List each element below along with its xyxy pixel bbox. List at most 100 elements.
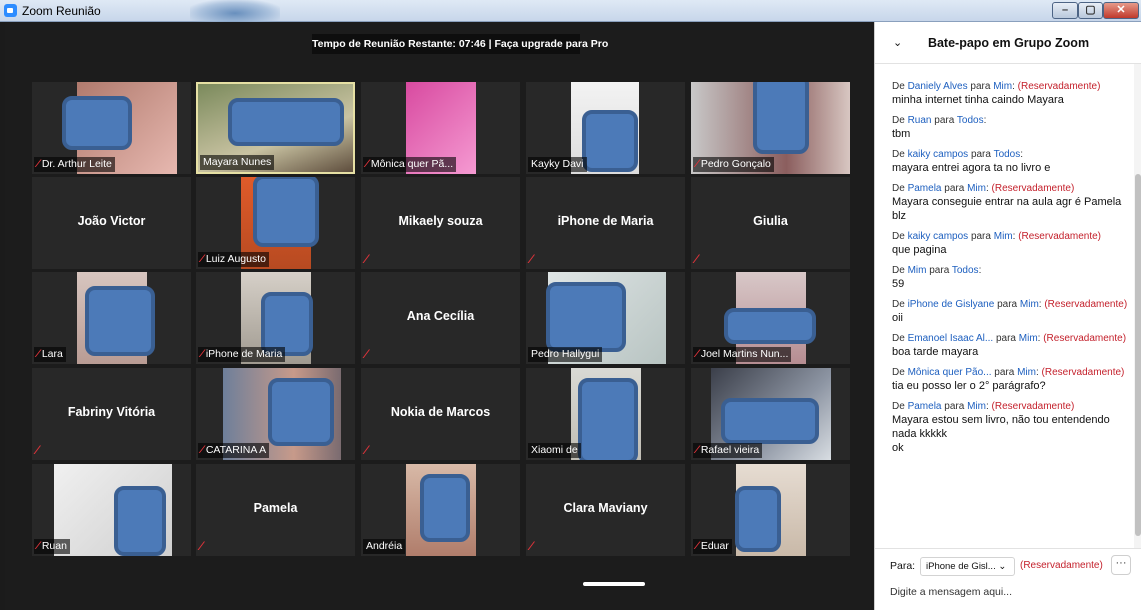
privacy-tag: (Reservadamente) <box>1020 560 1103 571</box>
participant-name-label: ⁄ Luiz Augusto <box>198 252 269 267</box>
participant-tile[interactable]: ⁄ Dr. Arthur Leite <box>32 82 191 174</box>
from-prefix: De <box>892 149 905 160</box>
private-tag: (Reservadamente) <box>1043 333 1127 344</box>
participant-name: Pedro Hallygui <box>531 348 600 360</box>
private-tag: (Reservadamente) <box>1044 299 1128 310</box>
participant-tile[interactable]: Nokia de Marcos ⁄ <box>361 368 520 460</box>
to-prefix: para <box>929 265 950 276</box>
participant-tile[interactable]: ⁄ Luiz Augusto <box>196 177 355 269</box>
participant-tile[interactable]: Pedro Hallygui <box>526 272 685 364</box>
participant-name: iPhone de Maria <box>205 348 283 360</box>
redaction-box <box>253 177 319 247</box>
to-prefix: para <box>997 299 1018 310</box>
to-prefix: para <box>970 231 991 242</box>
participant-tile[interactable]: Ana Cecília ⁄ <box>361 272 520 364</box>
participant-tile[interactable]: Andréia <box>361 464 520 556</box>
participant-tile[interactable]: Kayky Davi <box>526 82 685 174</box>
chat-scrollbar-thumb[interactable] <box>1135 174 1141 536</box>
participant-name: Mayara Nunes <box>203 156 272 168</box>
muted-mic-icon: ⁄ <box>696 158 698 170</box>
participant-tile[interactable]: ⁄ Joel Martins Nun... <box>691 272 850 364</box>
participant-tile[interactable]: ⁄ iPhone de Maria <box>196 272 355 364</box>
participant-tile[interactable]: Clara Maviany ⁄ <box>526 464 685 556</box>
titlebar-glass-decoration <box>190 0 280 22</box>
muted-mic-icon: ⁄ <box>201 444 203 456</box>
participant-tile[interactable]: João Victor <box>32 177 191 269</box>
participant-tile[interactable]: ⁄ Pedro Gonçalo <box>691 82 850 174</box>
participant-name: Giulia <box>753 214 788 228</box>
redaction-box <box>420 474 470 542</box>
participant-name: Mônica quer Pã... <box>370 158 454 170</box>
zoom-app-icon <box>4 4 17 17</box>
participant-name-label: Kayky Davi <box>528 157 587 172</box>
chat-scrollbar[interactable] <box>1134 64 1141 548</box>
chat-message-text: Mayara conseguie entrar na aula agr é Pa… <box>892 196 1122 222</box>
participant-name-label: ⁄ Lara <box>34 347 66 362</box>
chat-sender: Ruan <box>907 115 932 126</box>
participant-name-label: ⁄ Mônica quer Pã... <box>363 157 457 172</box>
chat-message-meta: De Pamela para Mim: (Reservadamente) <box>892 401 1075 412</box>
meeting-timer-banner[interactable]: Tempo de Reunião Restante: 07:46 | Faça … <box>312 34 608 54</box>
close-window-button[interactable]: ✕ <box>1103 2 1139 19</box>
chat-message-text: tia eu posso ler o 2° parágrafo? <box>892 380 1046 392</box>
participant-tile[interactable]: Giulia ⁄ <box>691 177 850 269</box>
participant-tile[interactable]: iPhone de Maria ⁄ <box>526 177 685 269</box>
chat-message-meta: De iPhone de Gislyane para Mim: (Reserva… <box>892 299 1128 310</box>
chat-message-list: De Daniely Alves para Mim: (Reservadamen… <box>892 80 1128 462</box>
chat-message: De Daniely Alves para Mim: (Reservadamen… <box>892 80 1128 107</box>
muted-mic-icon: ⁄ <box>37 540 39 552</box>
participant-name-label: ⁄ Eduar <box>693 539 732 554</box>
participant-tile[interactable]: ⁄ CATARINA A <box>196 368 355 460</box>
participant-tile[interactable]: ⁄ Eduar <box>691 464 850 556</box>
chat-message-text: oii <box>892 312 904 324</box>
participant-name: Andréia <box>366 540 403 552</box>
from-prefix: De <box>892 265 905 276</box>
window-title: Zoom Reunião <box>22 4 101 18</box>
muted-mic-icon: ⁄ <box>37 348 39 360</box>
chat-message: De iPhone de Gislyane para Mim: (Reserva… <box>892 298 1128 325</box>
gallery-page-indicator <box>583 582 645 586</box>
chat-message-meta: De kaiky campos para Todos: <box>892 149 1024 160</box>
muted-mic-icon: ⁄ <box>36 443 39 457</box>
chat-sender: Daniely Alves <box>907 81 968 92</box>
chat-message-input[interactable] <box>890 583 1128 601</box>
chat-message-meta: De Mônica quer Pão... para Mim: (Reserva… <box>892 367 1125 378</box>
chat-message: De Mim para Todos: 59 <box>892 264 1128 291</box>
minimize-button[interactable]: – <box>1052 2 1078 19</box>
participant-name: Ruan <box>41 540 67 552</box>
from-prefix: De <box>892 367 905 378</box>
participant-name: Mikaely souza <box>398 214 483 228</box>
chat-sender: Pamela <box>907 183 942 194</box>
participant-tile[interactable]: Fabriny Vitória ⁄ <box>32 368 191 460</box>
participant-name: João Victor <box>77 214 146 228</box>
from-prefix: De <box>892 333 905 344</box>
participant-tile[interactable]: ⁄ Ruan <box>32 464 191 556</box>
chat-title: Bate-papo em Grupo Zoom <box>927 36 1090 50</box>
chat-message-text: minha internet tinha caindo Mayara <box>892 94 1064 106</box>
participant-tile[interactable]: ⁄ Rafael vieira <box>691 368 850 460</box>
participant-tile[interactable]: Pamela ⁄ <box>196 464 355 556</box>
more-options-button[interactable]: ··· <box>1111 555 1131 575</box>
participant-name: Pedro Gonçalo <box>700 158 771 170</box>
redaction-box <box>753 82 809 154</box>
participant-tile[interactable]: Mikaely souza ⁄ <box>361 177 520 269</box>
participant-name: Dr. Arthur Leite <box>41 158 112 170</box>
chat-message-text: 59 <box>892 278 905 290</box>
participant-name: iPhone de Maria <box>557 214 654 228</box>
private-tag: (Reservadamente) <box>1017 81 1101 92</box>
participant-name: Fabriny Vitória <box>67 405 156 419</box>
participant-tile[interactable]: ⁄ Lara <box>32 272 191 364</box>
from-prefix: De <box>892 231 905 242</box>
chat-recipient: Mim <box>1019 299 1039 310</box>
recipient-select[interactable]: iPhone de Gisl... ⌄ <box>920 557 1015 576</box>
to-prefix: para <box>944 183 965 194</box>
chat-sender: Pamela <box>907 401 942 412</box>
from-prefix: De <box>892 183 905 194</box>
participant-tile[interactable]: ⁄ Mônica quer Pã... <box>361 82 520 174</box>
participant-name-label: ⁄ Rafael vieira <box>693 443 763 458</box>
private-tag: (Reservadamente) <box>991 183 1075 194</box>
participant-tile[interactable]: Mayara Nunes <box>196 82 355 174</box>
maximize-button[interactable]: ▢ <box>1078 2 1103 19</box>
chat-message-text: boa tarde mayara <box>892 346 979 358</box>
participant-tile[interactable]: Xiaomi de <box>526 368 685 460</box>
